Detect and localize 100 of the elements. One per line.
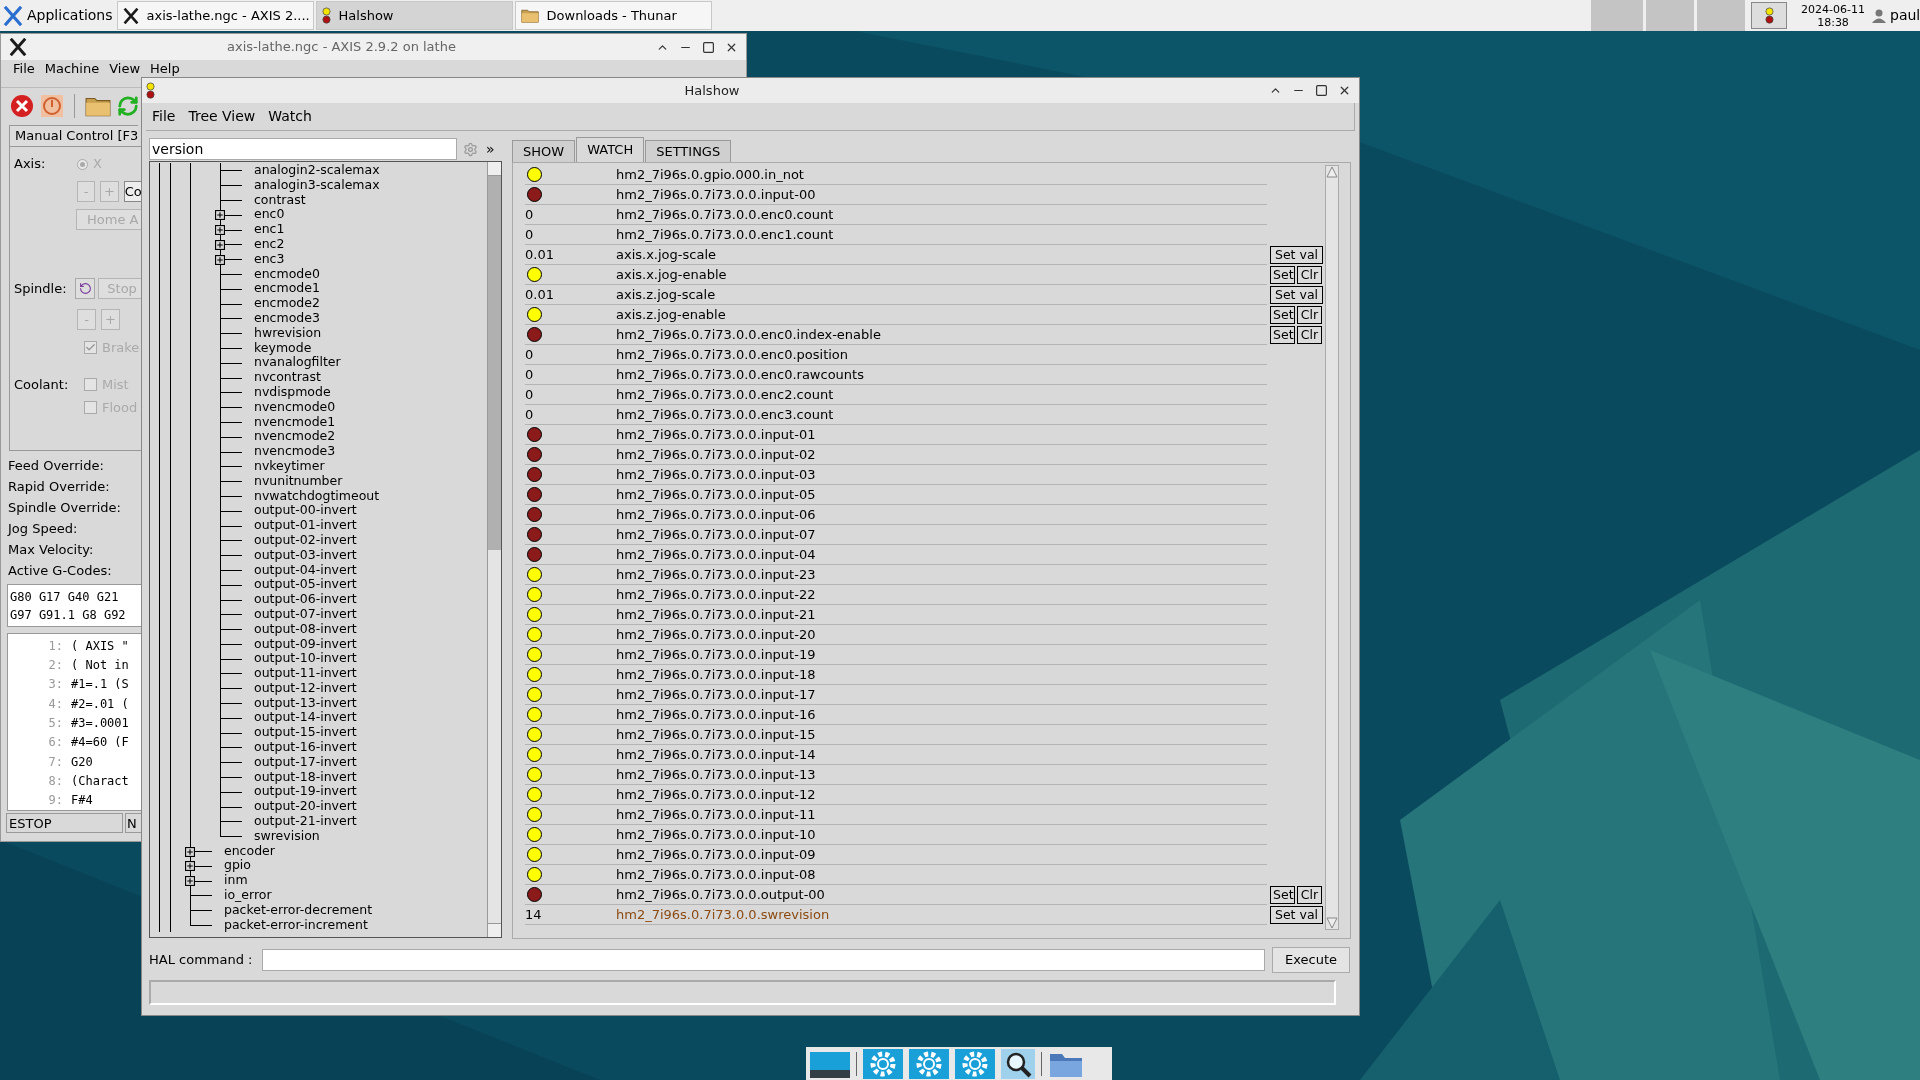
tree-item[interactable]: nvencmode2: [254, 429, 336, 445]
scrollbar[interactable]: [1325, 165, 1339, 930]
tree-item[interactable]: output-08-invert: [254, 621, 357, 637]
scroll-up-icon[interactable]: [1326, 166, 1338, 178]
tree-item[interactable]: output-12-invert: [254, 680, 357, 696]
menu-item[interactable]: Watch: [268, 106, 312, 127]
tree-item[interactable]: encoder: [224, 843, 275, 859]
tree-item[interactable]: output-07-invert: [254, 606, 357, 622]
tree-item[interactable]: contrast: [254, 192, 306, 208]
tree-item[interactable]: nvunitnumber: [254, 473, 343, 489]
tree-item[interactable]: output-15-invert: [254, 725, 357, 741]
set-button[interactable]: Set: [1270, 326, 1295, 344]
tree-item[interactable]: gpio: [224, 858, 251, 874]
tree-item[interactable]: nvdispmode: [254, 384, 331, 400]
checkbox[interactable]: [84, 378, 97, 391]
tree-item[interactable]: output-20-invert: [254, 799, 357, 815]
tree-item[interactable]: nvcontrast: [254, 370, 321, 385]
set-value-button[interactable]: Set val: [1270, 246, 1323, 264]
set-button[interactable]: Set: [1270, 306, 1295, 324]
tree-item[interactable]: output-01-invert: [254, 518, 357, 533]
tab[interactable]: Manual Control [F3: [9, 125, 139, 146]
tree-item[interactable]: nvkeytimer: [254, 458, 325, 474]
tab[interactable]: SETTINGS: [645, 140, 732, 162]
menu-item[interactable]: File: [13, 62, 35, 76]
tree-item[interactable]: encmode0: [254, 266, 320, 282]
tree-item[interactable]: packet-error-decrement: [224, 902, 373, 918]
tree-item[interactable]: output-05-invert: [254, 577, 357, 593]
tree-item[interactable]: output-04-invert: [254, 562, 357, 578]
set-value-button[interactable]: Set val: [1270, 286, 1323, 304]
tree-item[interactable]: output-00-invert: [254, 503, 357, 519]
tree-item[interactable]: analogin2-scalemax: [254, 163, 380, 178]
applications-button[interactable]: Applications: [0, 1, 117, 30]
tree-item[interactable]: nvencmode0: [254, 399, 336, 415]
close-icon[interactable]: [1338, 84, 1351, 97]
clear-button[interactable]: Clr: [1297, 266, 1322, 284]
tree-item[interactable]: output-19-invert: [254, 784, 357, 800]
tree-item[interactable]: output-21-invert: [254, 814, 357, 829]
tree-item[interactable]: output-18-invert: [254, 769, 357, 785]
expand-button[interactable]: »: [486, 142, 495, 156]
tree-item[interactable]: output-10-invert: [254, 651, 357, 667]
tree-item[interactable]: nvencmode1: [254, 414, 336, 430]
tree-item[interactable]: enc3: [254, 251, 285, 267]
tree-item[interactable]: analogin3-scalemax: [254, 177, 380, 193]
menu-item[interactable]: File: [152, 106, 176, 127]
tree-item[interactable]: output-11-invert: [254, 666, 357, 681]
tree-item[interactable]: encmode1: [254, 281, 320, 297]
maximize-icon[interactable]: [1315, 84, 1328, 97]
tree-item[interactable]: output-09-invert: [254, 636, 357, 652]
scrollbar[interactable]: [487, 162, 501, 937]
tree-item[interactable]: hwrevision: [254, 325, 322, 341]
tree-item[interactable]: enc2: [254, 237, 285, 252]
tree-item[interactable]: encmode2: [254, 296, 320, 311]
expand-icon[interactable]: [185, 876, 195, 887]
expand-icon[interactable]: [215, 225, 225, 236]
tab[interactable]: WATCH: [576, 137, 645, 162]
menu-item[interactable]: Machine: [44, 62, 100, 76]
expand-icon[interactable]: [215, 210, 225, 221]
tree-item[interactable]: output-16-invert: [254, 740, 357, 755]
tree-item[interactable]: output-06-invert: [254, 592, 357, 607]
set-button[interactable]: Set: [1270, 266, 1295, 284]
power-icon[interactable]: [40, 93, 64, 118]
maximize-icon[interactable]: [702, 40, 715, 54]
tree-item[interactable]: io_error: [224, 888, 272, 903]
gear-icon[interactable]: [909, 1048, 949, 1079]
radio-button[interactable]: [77, 158, 88, 170]
menu-item[interactable]: Help: [150, 62, 180, 76]
clear-button[interactable]: Clr: [1297, 326, 1322, 344]
tree-item[interactable]: enc1: [254, 222, 285, 237]
tree-item[interactable]: output-13-invert: [254, 695, 357, 711]
tree-item[interactable]: encmode3: [254, 310, 320, 326]
execute-button[interactable]: Execute: [1272, 947, 1350, 973]
search-field[interactable]: version: [149, 138, 457, 160]
tree-item[interactable]: output-17-invert: [254, 754, 357, 770]
tree-item[interactable]: output-14-invert: [254, 710, 357, 726]
menu-item[interactable]: Tree View: [188, 106, 256, 127]
search-icon[interactable]: [1001, 1048, 1035, 1079]
checkbox[interactable]: [84, 341, 97, 354]
desktop-icon[interactable]: [810, 1049, 850, 1078]
tab[interactable]: SHOW: [512, 140, 576, 162]
checkbox[interactable]: [84, 401, 97, 414]
task-button[interactable]: Halshow: [315, 1, 513, 30]
gear-icon[interactable]: [863, 1048, 903, 1079]
tree-item[interactable]: nvanalogfilter: [254, 355, 341, 371]
tree-item[interactable]: nvwatchdogtimeout: [254, 488, 380, 504]
jog-mode-button[interactable]: Co: [123, 181, 142, 202]
tree-item[interactable]: keymode: [254, 340, 312, 356]
expand-icon[interactable]: [185, 846, 195, 857]
scroll-down-icon[interactable]: [1326, 917, 1338, 929]
hal-command-field[interactable]: [262, 949, 1265, 971]
tree-item[interactable]: nvencmode3: [254, 444, 336, 459]
tree-item[interactable]: output-02-invert: [254, 532, 357, 548]
stop-icon[interactable]: [10, 93, 34, 118]
menu-item[interactable]: View: [109, 62, 141, 76]
set-button[interactable]: Set: [1270, 886, 1295, 904]
task-button[interactable]: axis-lathe.ngc - AXIS 2....: [116, 1, 314, 30]
tree-item[interactable]: packet-error-increment: [224, 917, 368, 933]
gear-icon[interactable]: [955, 1048, 995, 1079]
set-value-button[interactable]: Set val: [1270, 906, 1323, 924]
clear-button[interactable]: Clr: [1297, 306, 1322, 324]
expand-icon[interactable]: [215, 240, 225, 250]
